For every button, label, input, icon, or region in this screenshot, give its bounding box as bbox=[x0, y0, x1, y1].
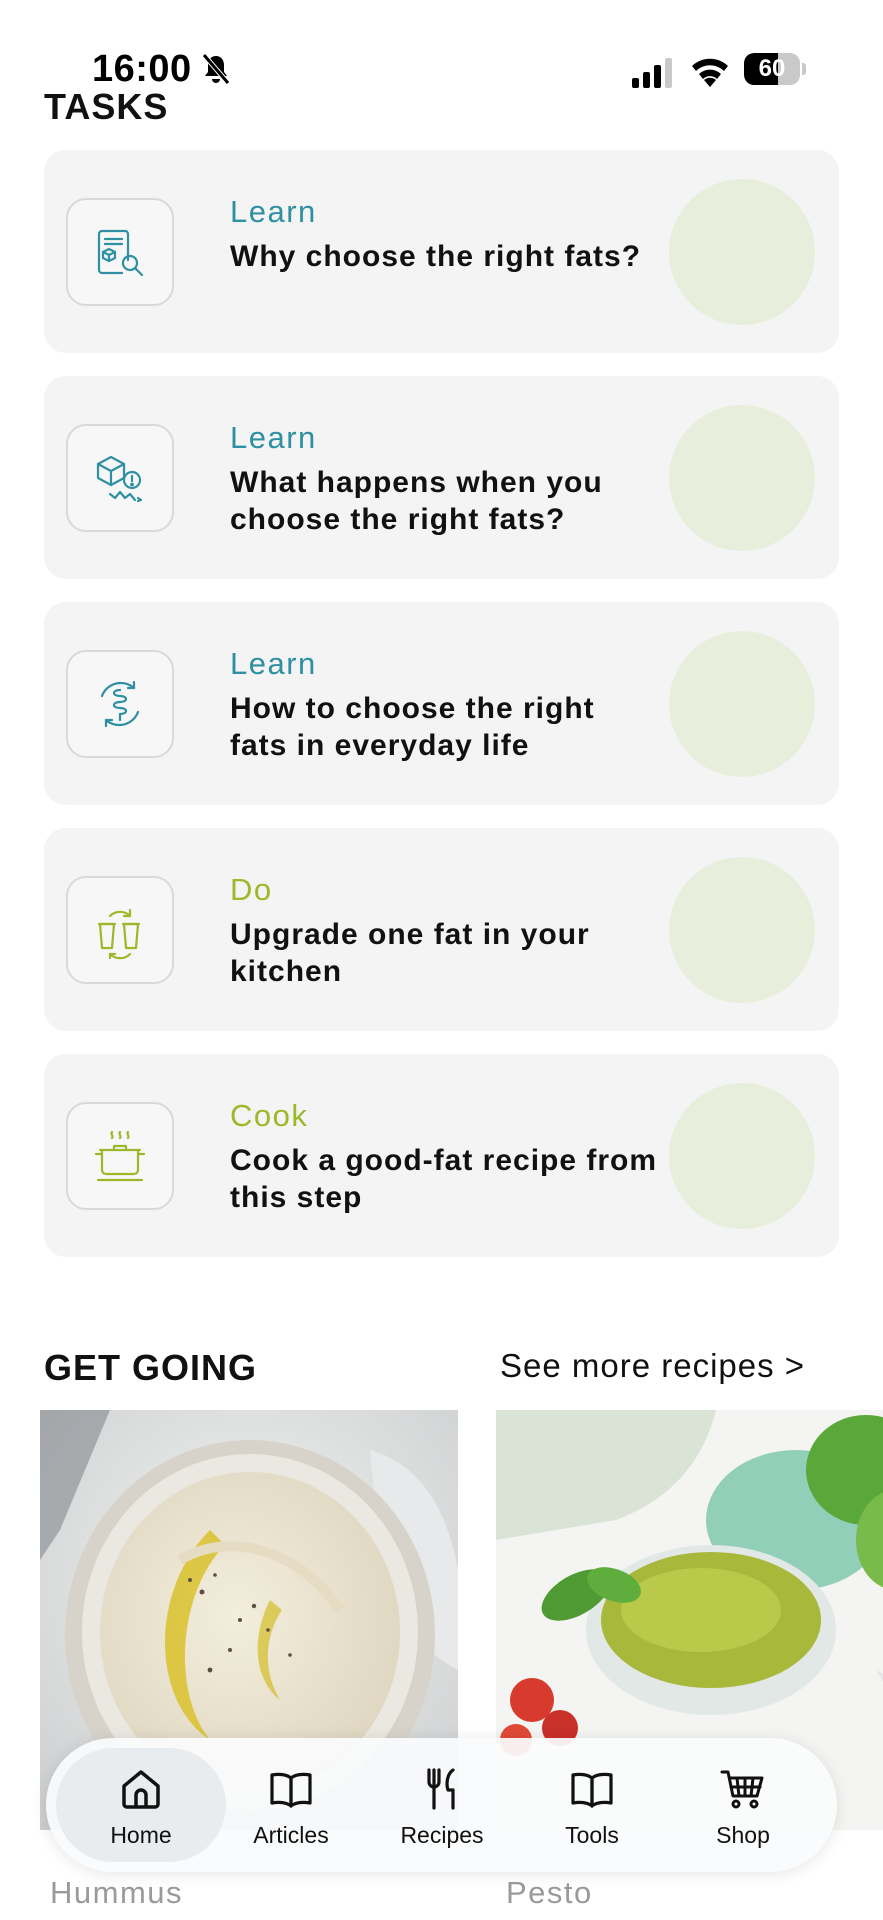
task-icon-frame bbox=[66, 424, 174, 532]
home-icon bbox=[122, 1770, 160, 1809]
task-card-how-to-choose[interactable]: Learn How to choose the right fats in ev… bbox=[44, 602, 839, 805]
task-card-upgrade-fat[interactable]: Do Upgrade one fat in your kitchen bbox=[44, 828, 839, 1031]
task-icon-frame bbox=[66, 1102, 174, 1210]
task-progress-circle bbox=[669, 179, 815, 325]
task-category: Learn bbox=[230, 420, 317, 455]
nav-label: Recipes bbox=[400, 1822, 484, 1848]
tasks-heading: TASKS bbox=[44, 86, 169, 127]
nav-articles[interactable]: Articles bbox=[206, 1748, 376, 1862]
bell-muted-icon bbox=[202, 53, 230, 85]
fork-knife-icon bbox=[427, 1768, 455, 1810]
task-icon-frame bbox=[66, 650, 174, 758]
nav-label: Home bbox=[110, 1822, 172, 1848]
nav-label: Articles bbox=[253, 1822, 329, 1848]
recipe-name: Pesto bbox=[506, 1875, 593, 1910]
task-title: Cook a good-fat recipe from this step bbox=[230, 1144, 658, 1214]
document-search-icon bbox=[97, 229, 144, 277]
task-title: What happens when you choose the right f… bbox=[230, 466, 603, 536]
task-icon-frame bbox=[66, 876, 174, 984]
task-card-why-right-fats[interactable]: Learn Why choose the right fats? bbox=[44, 150, 839, 353]
task-progress-circle bbox=[669, 857, 815, 1003]
cube-warning-icon bbox=[96, 455, 143, 503]
status-time: 16:00 bbox=[92, 48, 192, 90]
task-category: Cook bbox=[230, 1098, 309, 1133]
get-going-heading: GET GOING bbox=[44, 1347, 258, 1388]
task-progress-circle bbox=[669, 631, 815, 777]
task-category: Learn bbox=[230, 194, 317, 229]
task-icon-frame bbox=[66, 198, 174, 306]
wifi-icon bbox=[692, 58, 728, 87]
open-book-icon bbox=[571, 1772, 613, 1808]
task-category: Learn bbox=[230, 646, 317, 681]
recipe-name: Hummus bbox=[50, 1875, 184, 1910]
cooking-pot-icon bbox=[94, 1130, 146, 1182]
task-title: Why choose the right fats? bbox=[230, 240, 642, 273]
cellular-signal-icon bbox=[632, 58, 672, 88]
nav-tools[interactable]: Tools bbox=[507, 1748, 677, 1862]
see-more-recipes-link[interactable]: See more recipes > bbox=[500, 1347, 805, 1385]
nav-recipes[interactable]: Recipes bbox=[357, 1748, 527, 1862]
nav-label: Shop bbox=[716, 1822, 770, 1848]
task-card-what-happens[interactable]: Learn What happens when you choose the r… bbox=[44, 376, 839, 579]
task-category: Do bbox=[230, 872, 273, 907]
nav-label: Tools bbox=[565, 1822, 619, 1848]
nav-shop[interactable]: Shop bbox=[658, 1748, 828, 1862]
cart-icon bbox=[720, 1770, 764, 1809]
nav-home[interactable]: Home bbox=[56, 1748, 226, 1862]
swap-jars-icon bbox=[97, 908, 141, 960]
task-progress-circle bbox=[669, 405, 815, 551]
task-progress-circle bbox=[669, 1083, 815, 1229]
battery-indicator: 60 bbox=[744, 53, 806, 85]
book-icon bbox=[270, 1772, 312, 1808]
task-title: How to choose the right fats in everyday… bbox=[230, 692, 595, 762]
bottom-navigation-bar: Home Articles Recipes Tools Shop bbox=[46, 1738, 837, 1872]
gut-cycle-icon bbox=[100, 680, 140, 728]
task-card-cook-recipe[interactable]: Cook Cook a good-fat recipe from this st… bbox=[44, 1054, 839, 1257]
task-title: Upgrade one fat in your kitchen bbox=[230, 918, 590, 988]
battery-percent: 60 bbox=[758, 55, 786, 82]
